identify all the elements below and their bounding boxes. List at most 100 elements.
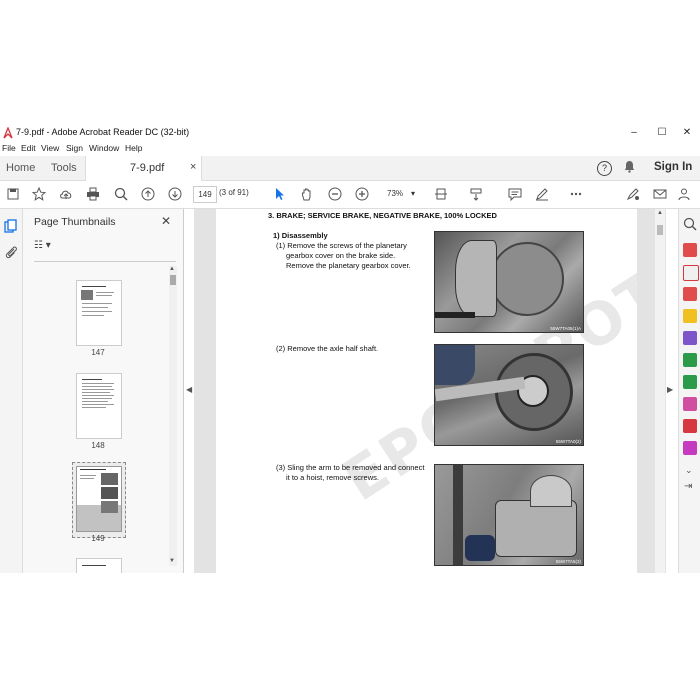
acrobat-window: 7-9.pdf - Adobe Acrobat Reader DC (32-bi…: [0, 125, 700, 573]
thumb-line: [82, 383, 114, 384]
bookmark-star-icon[interactable]: [30, 185, 48, 203]
photo-step-3: 55W7TA5(3): [434, 464, 584, 566]
notifications-bell-icon[interactable]: [624, 160, 635, 176]
close-panel-icon[interactable]: ✕: [161, 214, 171, 228]
menu-edit[interactable]: Edit: [21, 143, 36, 153]
divider: [34, 261, 176, 262]
thumb-image: [101, 473, 118, 485]
page-thumbnails-icon[interactable]: [4, 219, 18, 236]
request-signature-icon[interactable]: [683, 397, 697, 411]
thumb-line: [82, 379, 102, 380]
pdf-page: EPCDEPOT.COM 3. BRAKE; SERVICE BRAKE, NE…: [216, 209, 637, 573]
add-comment-icon[interactable]: [683, 309, 697, 323]
thumb-line: [80, 478, 94, 479]
print-icon[interactable]: [84, 185, 102, 203]
print-production-icon[interactable]: [683, 441, 697, 455]
menu-file[interactable]: File: [2, 143, 16, 153]
thumbnail-label: 147: [91, 348, 105, 357]
document-scrollbar[interactable]: ▲: [655, 209, 665, 573]
scrollbar-thumb[interactable]: [170, 275, 176, 285]
tab-document[interactable]: 7-9.pdf ×: [85, 156, 202, 181]
zoom-out-icon[interactable]: [326, 185, 344, 203]
thumb-line: [82, 303, 112, 304]
menu-sign[interactable]: Sign: [66, 143, 83, 153]
thumb-line: [82, 315, 104, 316]
step-3-text-line-2: it to a hoist, remove screws.: [286, 473, 379, 482]
tab-home[interactable]: Home: [6, 156, 35, 180]
scroll-up-icon[interactable]: ▲: [169, 266, 175, 272]
zoom-level-select[interactable]: 73% ▾: [381, 186, 421, 201]
menu-view[interactable]: View: [41, 143, 59, 153]
thumbnail-page-149-selected[interactable]: [72, 462, 126, 538]
scroll-down-icon[interactable]: ▼: [169, 558, 175, 564]
scroll-mode-icon[interactable]: [467, 185, 485, 203]
scroll-up-icon[interactable]: ▲: [657, 210, 663, 216]
thumb-line: [82, 404, 114, 405]
zoom-in-icon[interactable]: [353, 185, 371, 203]
hand-tool-icon[interactable]: [298, 185, 316, 203]
share-user-icon[interactable]: [676, 185, 694, 203]
minimize-button[interactable]: –: [619, 126, 649, 140]
tab-tools[interactable]: Tools: [51, 156, 77, 180]
fill-and-sign-icon[interactable]: [683, 375, 697, 389]
create-pdf-icon[interactable]: [683, 265, 699, 281]
photo-tool: [435, 312, 475, 318]
sign-in-button[interactable]: Sign In: [654, 161, 692, 173]
next-page-icon[interactable]: [166, 185, 184, 203]
fill-sign-icon[interactable]: [624, 185, 642, 203]
thumb-line: [82, 395, 114, 396]
cloud-upload-icon[interactable]: [57, 185, 75, 203]
photo-sleeve: [435, 345, 475, 385]
organize-pages-icon[interactable]: [683, 331, 697, 345]
photo-sling: [453, 465, 463, 565]
select-cursor-icon[interactable]: [271, 185, 289, 203]
thumbnail-page-148[interactable]: [76, 373, 122, 439]
thumb-line: [82, 398, 112, 399]
step-3-text-line-1: (3) Sling the arm to be removed and conn…: [276, 463, 425, 472]
thumb-line: [82, 286, 106, 287]
email-share-icon[interactable]: [651, 185, 669, 203]
photo-hub: [490, 242, 564, 316]
photo-gearbox: [495, 500, 577, 557]
collapse-left-panel-icon[interactable]: ◀: [186, 385, 192, 394]
thumbnails-panel-title: Page Thumbnails: [34, 216, 116, 228]
search-icon[interactable]: [683, 217, 697, 234]
scrollbar-thumb[interactable]: [657, 225, 663, 235]
export-pdf-icon[interactable]: [683, 243, 697, 257]
edit-pdf-icon[interactable]: [683, 353, 697, 367]
thumbnails-scrollbar[interactable]: ▲ ▼: [169, 266, 177, 566]
thumbnail-page-150[interactable]: [76, 558, 122, 573]
photo-arm: [530, 475, 572, 507]
close-window-button[interactable]: ✕: [672, 126, 700, 140]
tab-close-icon[interactable]: ×: [190, 161, 196, 173]
find-zoom-icon[interactable]: [112, 185, 130, 203]
highlight-pen-icon[interactable]: [533, 185, 551, 203]
photo-caption: 55W7TA05(1)A: [550, 326, 581, 331]
protect-icon[interactable]: [683, 419, 697, 433]
page-fit-icon[interactable]: [432, 185, 450, 203]
thumb-line: [96, 292, 114, 293]
expand-right-panel-icon[interactable]: ▶: [667, 385, 673, 394]
collapse-tools-icon[interactable]: ⇥: [684, 481, 692, 492]
save-icon[interactable]: [4, 185, 22, 203]
chevron-down-icon[interactable]: ⌄: [685, 465, 693, 476]
chevron-down-icon: ▾: [411, 189, 416, 198]
combine-files-icon[interactable]: [683, 287, 697, 301]
thumb-line: [82, 307, 108, 308]
document-viewer[interactable]: EPCDEPOT.COM 3. BRAKE; SERVICE BRAKE, NE…: [194, 209, 666, 573]
page-number-input[interactable]: 149: [193, 186, 217, 203]
help-icon[interactable]: ?: [597, 161, 612, 176]
comment-icon[interactable]: [506, 185, 524, 203]
menu-help[interactable]: Help: [125, 143, 142, 153]
thumbnail-page-147[interactable]: [76, 280, 122, 346]
attachment-paperclip-icon[interactable]: [4, 245, 18, 262]
thumbnail-page-149: [76, 466, 122, 532]
subsection-heading: 1) Disassembly: [273, 231, 328, 240]
photo-hand: [465, 535, 495, 561]
thumb-line: [80, 475, 96, 476]
menu-window[interactable]: Window: [89, 143, 119, 153]
step-1-text-line-2: gearbox cover on the brake side.: [286, 251, 396, 260]
more-tools-icon[interactable]: [567, 185, 585, 203]
thumbnail-options-menu[interactable]: ☷ ▾: [34, 240, 51, 251]
previous-page-icon[interactable]: [139, 185, 157, 203]
